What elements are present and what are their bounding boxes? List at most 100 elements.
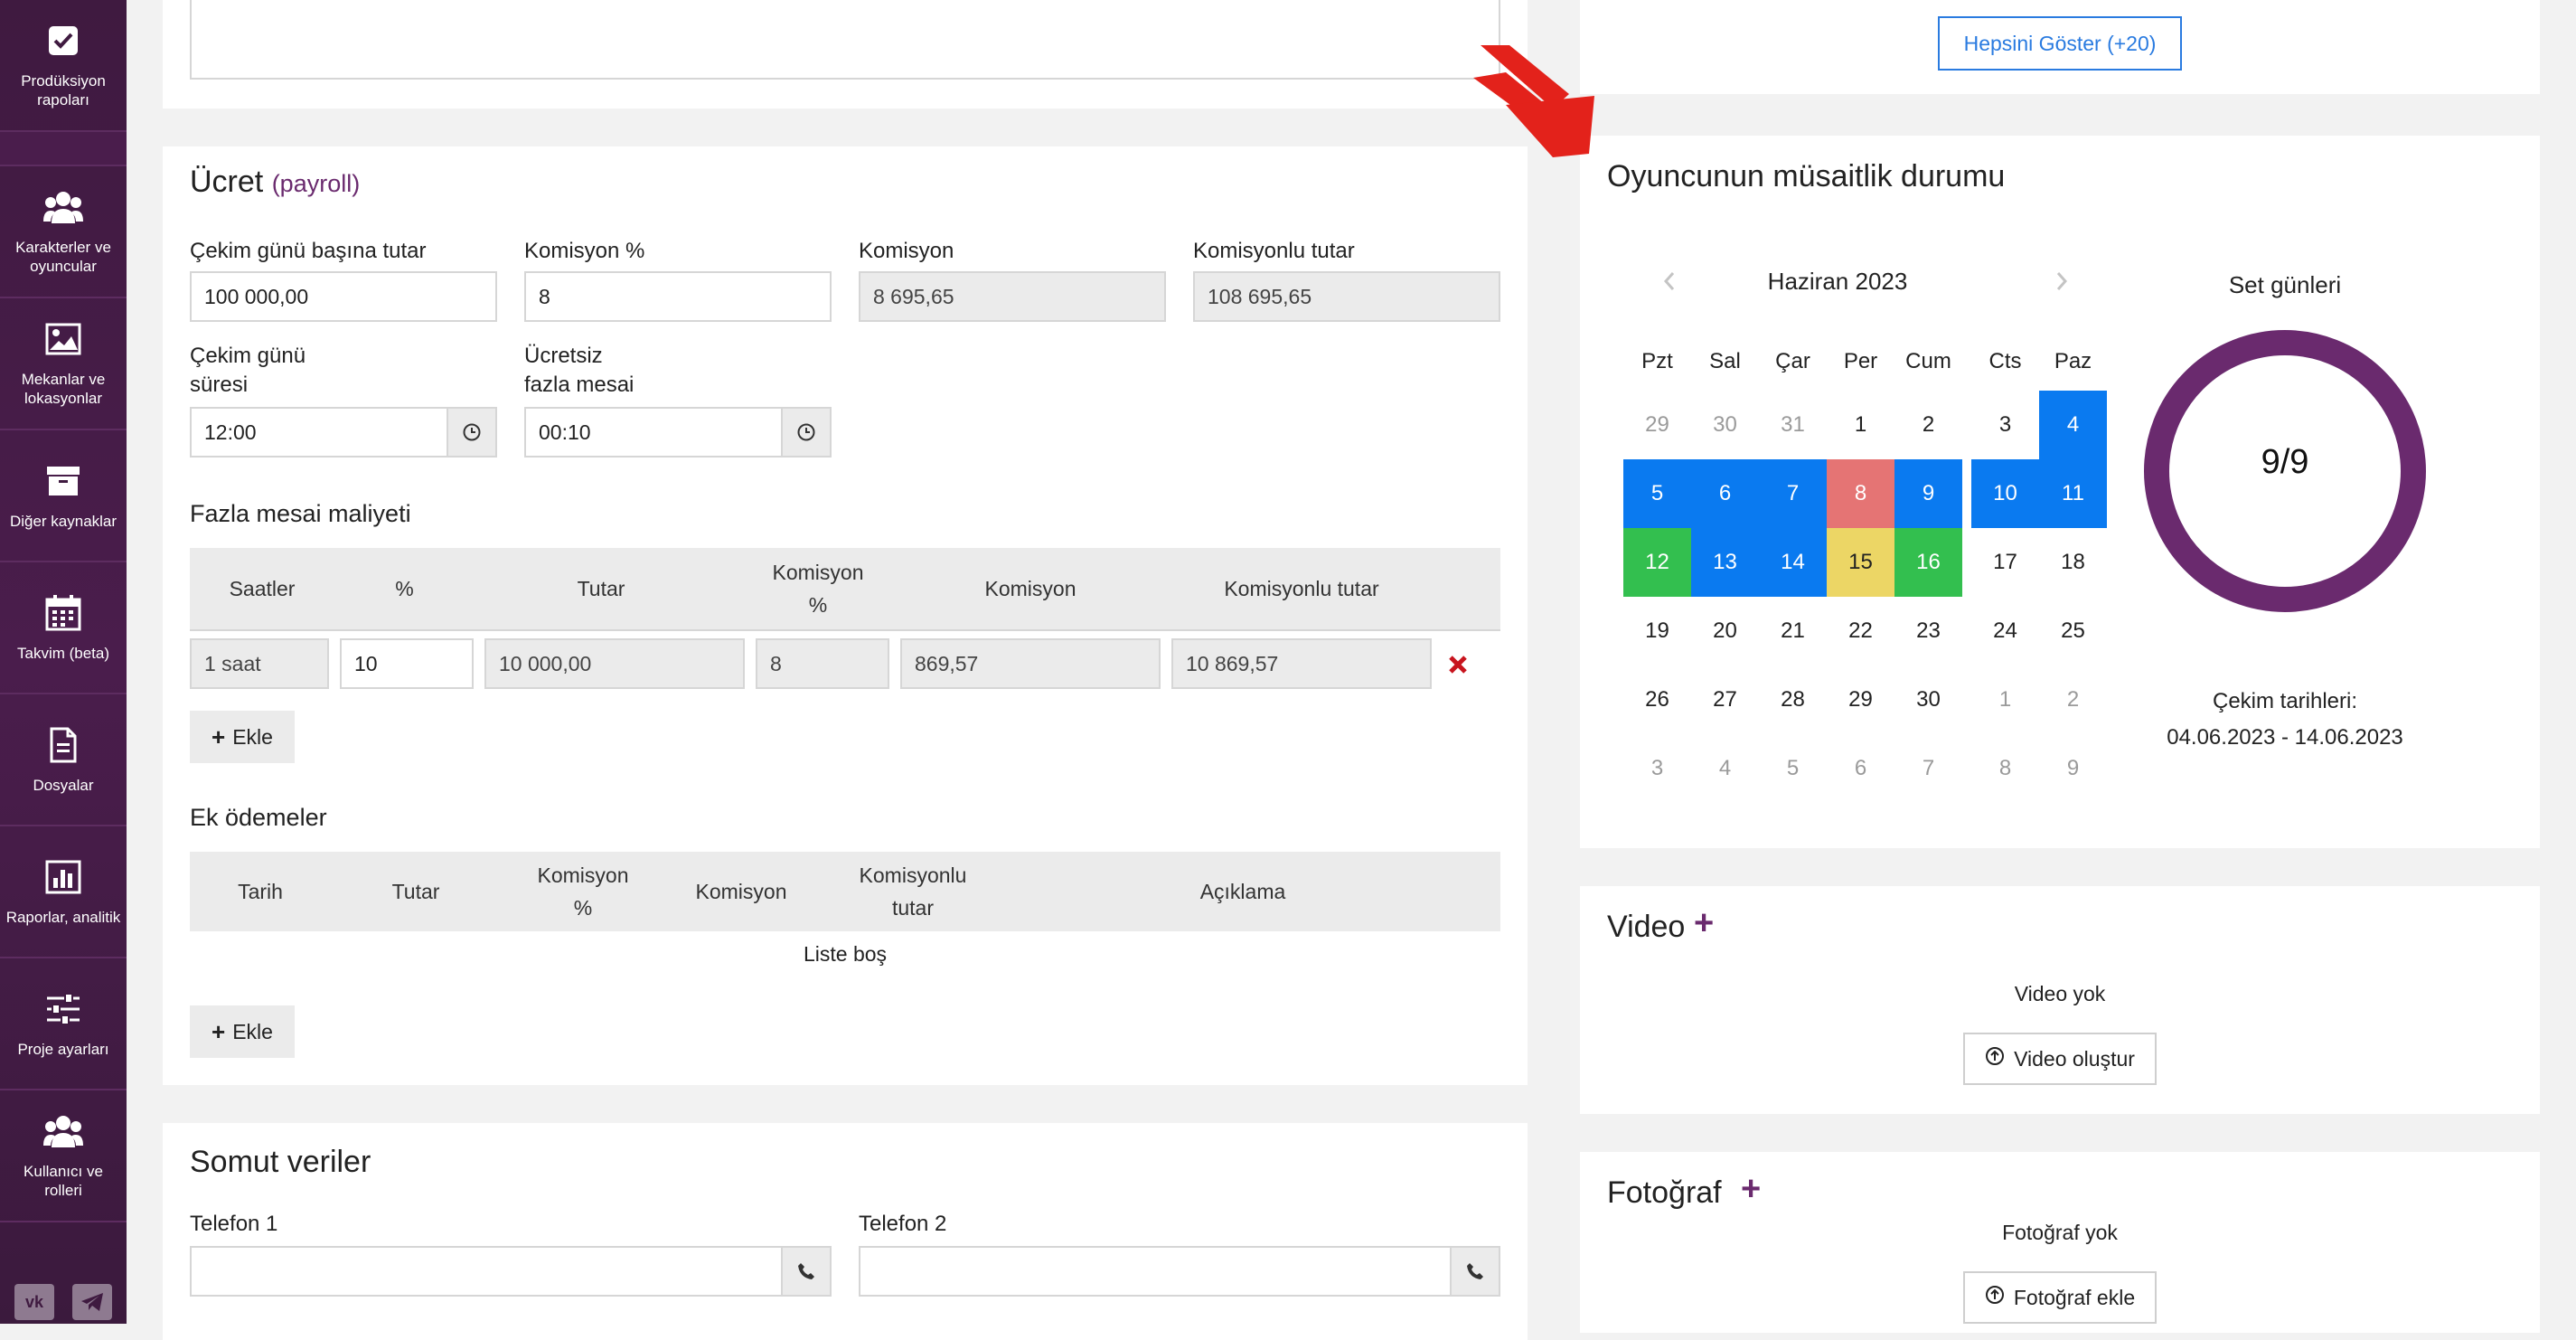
calendar-day[interactable]: 20 bbox=[1691, 597, 1759, 665]
col-commission-pct: Komisyon% bbox=[537, 863, 629, 920]
free-overtime-label: Ücretsiz fazla mesai bbox=[524, 344, 635, 397]
sidebar-item-label: Kullanıcı ve rolleri bbox=[24, 1163, 103, 1199]
calendar-day[interactable]: 10 bbox=[1971, 459, 2039, 528]
calendar-day[interactable]: 21 bbox=[1759, 597, 1827, 665]
upload-icon bbox=[1985, 1285, 2005, 1310]
notes-panel bbox=[163, 0, 1528, 109]
sidebar-item-characters[interactable]: Karakterler ve oyuncular bbox=[0, 166, 127, 298]
phone1-input[interactable] bbox=[190, 1246, 783, 1297]
calendar-day[interactable]: 3 bbox=[1623, 734, 1691, 803]
prev-month-icon[interactable] bbox=[1656, 268, 1683, 295]
calendar-day[interactable]: 30 bbox=[1894, 665, 1962, 734]
sidebar-item-calendar[interactable]: Takvim (beta) bbox=[0, 562, 127, 694]
sidebar-item-production-reports[interactable]: Prodüksiyon rapoları bbox=[0, 0, 127, 132]
calendar-day[interactable]: 1 bbox=[1971, 665, 2039, 734]
calendar-weekday: Cts bbox=[1988, 349, 2022, 373]
calendar-day[interactable]: 16 bbox=[1894, 528, 1962, 597]
calendar-day[interactable]: 29 bbox=[1827, 665, 1894, 734]
calendar-day[interactable]: 7 bbox=[1759, 459, 1827, 528]
clock-icon[interactable] bbox=[781, 407, 832, 458]
per-day-input[interactable]: 100 000,00 bbox=[190, 271, 497, 322]
calendar-day[interactable]: 1 bbox=[1827, 391, 1894, 459]
show-all-button[interactable]: Hepsini Göster (+20) bbox=[1938, 16, 2182, 71]
calendar-day[interactable]: 6 bbox=[1691, 459, 1759, 528]
sidebar: Prodüksiyon rapoları Karakterler ve oyun… bbox=[0, 0, 127, 1324]
sidebar-item-files[interactable]: Dosyalar bbox=[0, 694, 127, 826]
overtime-add-button[interactable]: + Ekle bbox=[190, 711, 295, 763]
col-amount: Tutar bbox=[391, 880, 440, 903]
sidebar-item-other-resources[interactable]: Diğer kaynaklar bbox=[0, 430, 127, 562]
calendar-day[interactable]: 27 bbox=[1691, 665, 1759, 734]
overtime-title: Fazla mesai maliyeti bbox=[190, 500, 411, 527]
sidebar-item-label: Raporlar, analitik bbox=[5, 908, 121, 926]
calendar-day[interactable]: 25 bbox=[2039, 597, 2107, 665]
calendar-day[interactable]: 8 bbox=[1971, 734, 2039, 803]
create-video-button[interactable]: Video oluştur bbox=[1963, 1033, 2157, 1085]
calendar-day[interactable]: 30 bbox=[1691, 391, 1759, 459]
calendar-day[interactable]: 18 bbox=[2039, 528, 2107, 597]
calendar-day[interactable]: 5 bbox=[1623, 459, 1691, 528]
video-empty-text: Video yok bbox=[2014, 982, 2106, 1005]
clock-icon[interactable] bbox=[447, 407, 497, 458]
users-icon bbox=[43, 1111, 83, 1151]
calendar-day[interactable]: 22 bbox=[1827, 597, 1894, 665]
col-hours: Saatler bbox=[229, 577, 296, 600]
calendar-day[interactable]: 9 bbox=[1894, 459, 1962, 528]
show-all-panel: Hepsini Göster (+20) bbox=[1580, 0, 2540, 94]
vk-icon[interactable]: vk bbox=[14, 1284, 54, 1320]
add-photo-icon[interactable]: + bbox=[1741, 1170, 1761, 1209]
add-photo-button[interactable]: Fotoğraf ekle bbox=[1963, 1271, 2157, 1324]
sidebar-item-label: Diğer kaynaklar bbox=[9, 512, 118, 530]
col-total: Komisyonlu tutar bbox=[1224, 577, 1379, 600]
calendar-day[interactable]: 26 bbox=[1623, 665, 1691, 734]
calendar-day[interactable]: 6 bbox=[1827, 734, 1894, 803]
extra-add-button[interactable]: + Ekle bbox=[190, 1005, 295, 1058]
sidebar-item-label: Prodüksiyon rapoları bbox=[21, 72, 106, 109]
calendar-day[interactable]: 24 bbox=[1971, 597, 2039, 665]
delete-row-icon[interactable] bbox=[1443, 649, 1473, 680]
calendar-weekday: Sal bbox=[1709, 349, 1741, 373]
calendar-day[interactable]: 2 bbox=[1894, 391, 1962, 459]
calendar-day[interactable]: 3 bbox=[1971, 391, 2039, 459]
calendar-day[interactable]: 8 bbox=[1827, 459, 1894, 528]
duration-label: Çekim günü süresi bbox=[190, 344, 306, 397]
calendar-day[interactable]: 9 bbox=[2039, 734, 2107, 803]
notes-textarea[interactable] bbox=[190, 0, 1500, 80]
calendar-day[interactable]: 31 bbox=[1759, 391, 1827, 459]
sidebar-item-locations[interactable]: Mekanlar ve lokasyonlar bbox=[0, 298, 127, 430]
calendar-day[interactable]: 11 bbox=[2039, 459, 2107, 528]
calendar-day[interactable]: 15 bbox=[1827, 528, 1894, 597]
calendar-day[interactable]: 29 bbox=[1623, 391, 1691, 459]
duration-input[interactable]: 12:00 bbox=[190, 407, 448, 458]
calendar-icon bbox=[43, 593, 83, 633]
commission-pct-input[interactable]: 8 bbox=[524, 271, 832, 322]
phone2-input[interactable] bbox=[859, 1246, 1452, 1297]
sliders-icon bbox=[43, 989, 83, 1029]
telegram-icon[interactable] bbox=[72, 1284, 112, 1320]
calendar-day[interactable]: 12 bbox=[1623, 528, 1691, 597]
sidebar-item-users-roles[interactable]: Kullanıcı ve rolleri bbox=[0, 1090, 127, 1222]
add-video-icon[interactable]: + bbox=[1694, 904, 1714, 943]
calendar-day[interactable]: 5 bbox=[1759, 734, 1827, 803]
with-commission-field: 108 695,65 bbox=[1193, 271, 1500, 322]
sidebar-item-project-settings[interactable]: Proje ayarları bbox=[0, 958, 127, 1090]
sidebar-item-reports[interactable]: Raporlar, analitik bbox=[0, 826, 127, 958]
calendar-day[interactable]: 28 bbox=[1759, 665, 1827, 734]
overtime-pct-input[interactable]: 10 bbox=[340, 638, 474, 689]
calendar-weekday: Pzt bbox=[1641, 349, 1673, 373]
calendar-day[interactable]: 23 bbox=[1894, 597, 1962, 665]
calendar-month: Haziran 2023 bbox=[1767, 268, 1908, 295]
calendar-day[interactable]: 4 bbox=[1691, 734, 1759, 803]
calendar-weekday: Çar bbox=[1775, 349, 1810, 373]
calendar-day[interactable]: 17 bbox=[1971, 528, 2039, 597]
calendar-day[interactable]: 4 bbox=[2039, 391, 2107, 459]
calendar-day[interactable]: 19 bbox=[1623, 597, 1691, 665]
free-overtime-input[interactable]: 00:10 bbox=[524, 407, 783, 458]
commission-pct-label: Komisyon % bbox=[524, 239, 645, 263]
phone-icon bbox=[1450, 1246, 1500, 1297]
calendar-day[interactable]: 13 bbox=[1691, 528, 1759, 597]
next-month-icon[interactable] bbox=[2048, 268, 2075, 295]
calendar-day[interactable]: 7 bbox=[1894, 734, 1962, 803]
calendar-day[interactable]: 2 bbox=[2039, 665, 2107, 734]
calendar-day[interactable]: 14 bbox=[1759, 528, 1827, 597]
